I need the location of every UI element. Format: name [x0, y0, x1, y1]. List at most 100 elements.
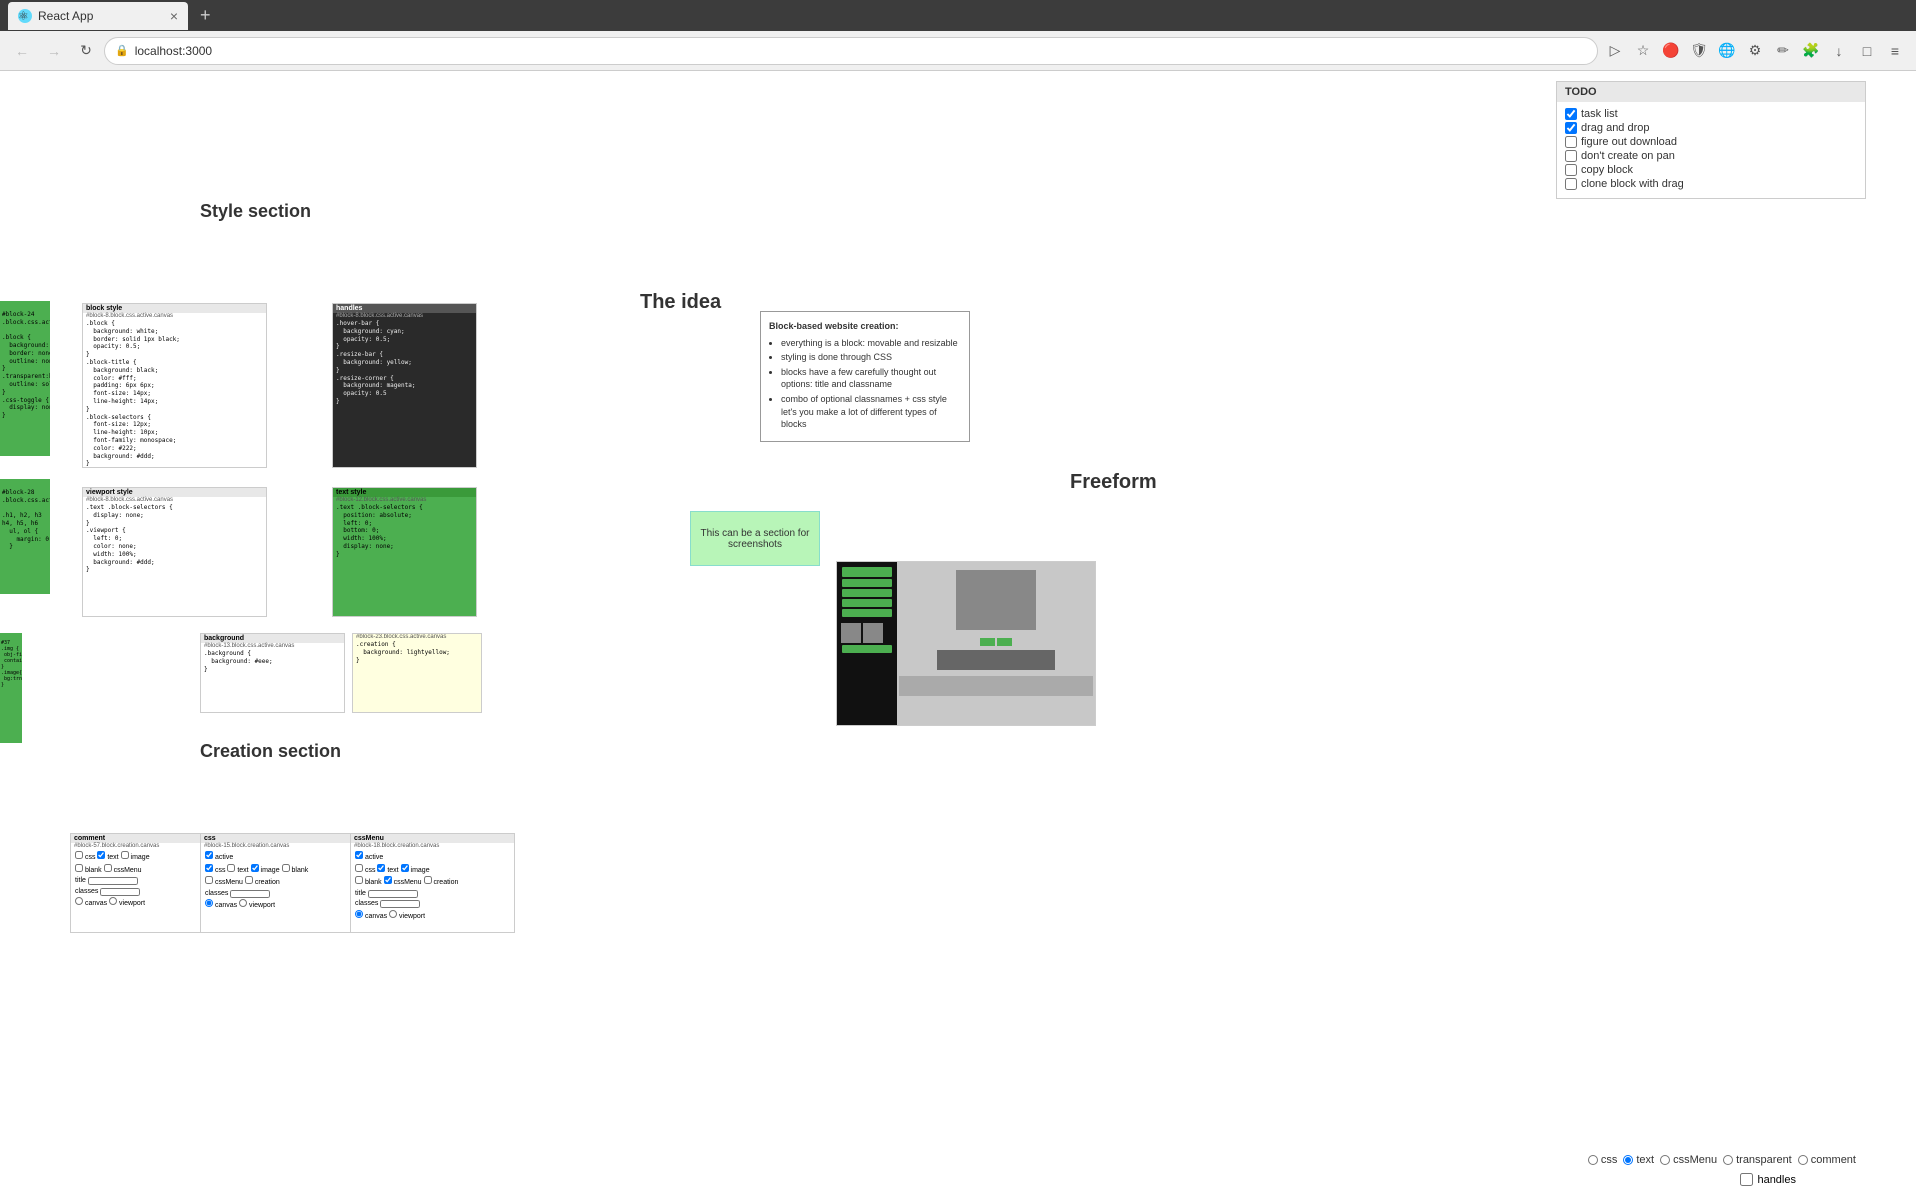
freeform-title: Freeform: [1070, 471, 1157, 494]
app-screenshot: [836, 561, 1096, 726]
nav-icon-puzzle[interactable]: 🧩: [1798, 38, 1824, 64]
todo-checkbox-6[interactable]: [1565, 178, 1577, 190]
todo-item-2: drag and drop: [1565, 122, 1857, 134]
nav-icon-3[interactable]: 🛡: [1686, 38, 1712, 64]
todo-item-3: figure out download: [1565, 136, 1857, 148]
nav-icon-7[interactable]: ↓: [1826, 38, 1852, 64]
idea-bullets: everything is a block: movable and resiz…: [769, 337, 961, 431]
todo-checkbox-4[interactable]: [1565, 150, 1577, 162]
browser-chrome: ⚛ React App × +: [0, 0, 1916, 31]
todo-item-1: task list: [1565, 108, 1857, 120]
radio-cssmenu-input[interactable]: [1660, 1155, 1670, 1165]
idea-bullet-1: everything is a block: movable and resiz…: [781, 337, 961, 350]
radio-css: css: [1588, 1154, 1618, 1166]
address-bar[interactable]: 🔒 localhost:3000: [104, 37, 1598, 65]
handles-label: handles: [1757, 1174, 1796, 1186]
card-css-title: css: [201, 834, 364, 843]
css-classes-input[interactable]: [230, 890, 270, 898]
handles-checkbox-container: handles: [1740, 1173, 1796, 1186]
card-cssmenu-fields: active css text image blank cssMenu crea…: [351, 849, 514, 924]
nav-icon-2[interactable]: 🔴: [1658, 38, 1684, 64]
radio-controls: css text cssMenu transparent comment: [1588, 1154, 1856, 1166]
radio-comment-label: comment: [1811, 1154, 1856, 1166]
lock-icon: 🔒: [115, 44, 129, 57]
card-handles-title: handles: [333, 304, 476, 313]
style-section-title: Style section: [200, 201, 311, 222]
nav-icon-6[interactable]: ✏: [1770, 38, 1796, 64]
idea-title: The idea: [640, 291, 721, 314]
tab-close-button[interactable]: ×: [170, 8, 178, 24]
todo-item-6: clone block with drag: [1565, 178, 1857, 190]
nav-icon-star[interactable]: ☆: [1630, 38, 1656, 64]
card-viewport-content: .text .block-selectors { display: none; …: [83, 503, 266, 575]
browser-tab[interactable]: ⚛ React App ×: [8, 2, 188, 30]
card-handles: handles #block-8.block.css.active.canvas…: [332, 303, 477, 468]
radio-text-input[interactable]: [1623, 1155, 1633, 1165]
todo-checkbox-3[interactable]: [1565, 136, 1577, 148]
comment-classes-input[interactable]: [100, 888, 140, 896]
todo-body: task list drag and drop figure out downl…: [1557, 102, 1865, 198]
refresh-button[interactable]: ↻: [72, 37, 100, 65]
radio-comment-input[interactable]: [1798, 1155, 1808, 1165]
screenshot-text: This can be a section for screenshots: [695, 528, 815, 550]
todo-label-1: task list: [1581, 108, 1618, 120]
idea-bullet-4: combo of optional classnames + css style…: [781, 393, 961, 431]
card-block-style: block style #block-8.block.css.active.ca…: [82, 303, 267, 468]
radio-css-input[interactable]: [1588, 1155, 1598, 1165]
nav-icons: ▷ ☆ 🔴 🛡 🌐 ⚙ ✏ 🧩 ↓ □ ≡: [1602, 38, 1908, 64]
card-text-content: .text .block-selectors { position: absol…: [333, 503, 476, 560]
card-background-content: .background { background: #eee; }: [201, 649, 344, 674]
nav-icon-8[interactable]: □: [1854, 38, 1880, 64]
comment-title-input[interactable]: [88, 877, 138, 885]
canvas-area[interactable]: TODO task list drag and drop figure out …: [0, 71, 1916, 1196]
card-handles-content: .hover-bar { background: cyan; opacity: …: [333, 319, 476, 407]
card-css: css #block-15.block.creation.canvas acti…: [200, 833, 365, 933]
card-cssmenu: cssMenu #block-18.block.creation.canvas …: [350, 833, 515, 933]
card-viewport-style: viewport style #block-8.block.css.active…: [82, 487, 267, 617]
todo-checkbox-2[interactable]: [1565, 122, 1577, 134]
nav-bar: ← → ↻ 🔒 localhost:3000 ▷ ☆ 🔴 🛡 🌐 ⚙ ✏ 🧩 ↓…: [0, 31, 1916, 71]
card-text-title: text style: [333, 488, 476, 497]
radio-text: text: [1623, 1154, 1654, 1166]
idea-bullet-3: blocks have a few carefully thought out …: [781, 366, 961, 391]
idea-box-title: Block-based website creation:: [769, 320, 961, 333]
address-text: localhost:3000: [135, 44, 212, 58]
app-right-panel: [897, 562, 1095, 725]
todo-panel: TODO task list drag and drop figure out …: [1556, 81, 1866, 199]
new-tab-button[interactable]: +: [196, 5, 215, 26]
todo-item-4: don't create on pan: [1565, 150, 1857, 162]
handles-checkbox[interactable]: [1740, 1173, 1753, 1186]
radio-transparent: transparent: [1723, 1154, 1792, 1166]
nav-icon-5[interactable]: ⚙: [1742, 38, 1768, 64]
card-background-title: background: [201, 634, 344, 643]
radio-transparent-label: transparent: [1736, 1154, 1792, 1166]
idea-bullet-2: styling is done through CSS: [781, 351, 961, 364]
card-cssmenu-title: cssMenu: [351, 834, 514, 843]
card-block-style-title: block style: [83, 304, 266, 313]
todo-item-5: copy block: [1565, 164, 1857, 176]
main-content: TODO task list drag and drop figure out …: [0, 71, 1916, 1196]
nav-icon-1[interactable]: ▷: [1602, 38, 1628, 64]
card-css-fields: active css text image blank cssMenu crea…: [201, 849, 364, 914]
forward-button[interactable]: →: [40, 37, 68, 65]
todo-label-5: copy block: [1581, 164, 1633, 176]
cssmenu-title-input[interactable]: [368, 890, 418, 898]
app-left-panel: [837, 562, 897, 725]
radio-transparent-input[interactable]: [1723, 1155, 1733, 1165]
todo-label-3: figure out download: [1581, 136, 1677, 148]
card-background: background #block-13.block.css.active.ca…: [200, 633, 345, 713]
todo-checkbox-1[interactable]: [1565, 108, 1577, 120]
back-button[interactable]: ←: [8, 37, 36, 65]
cssmenu-classes-input[interactable]: [380, 900, 420, 908]
nav-icon-9[interactable]: ≡: [1882, 38, 1908, 64]
card-block-style-content: .block { background: white; border: soli…: [83, 319, 266, 468]
todo-label-4: don't create on pan: [1581, 150, 1675, 162]
card-creation: #block-23.block.css.active.canvas .creat…: [352, 633, 482, 713]
nav-icon-4[interactable]: 🌐: [1714, 38, 1740, 64]
card-viewport-title: viewport style: [83, 488, 266, 497]
tab-title: React App: [38, 9, 93, 23]
radio-css-label: css: [1601, 1154, 1618, 1166]
todo-label-2: drag and drop: [1581, 122, 1650, 134]
todo-checkbox-5[interactable]: [1565, 164, 1577, 176]
left-partial-1: #block-24 .block.css.active.canvas .bloc…: [0, 301, 50, 456]
